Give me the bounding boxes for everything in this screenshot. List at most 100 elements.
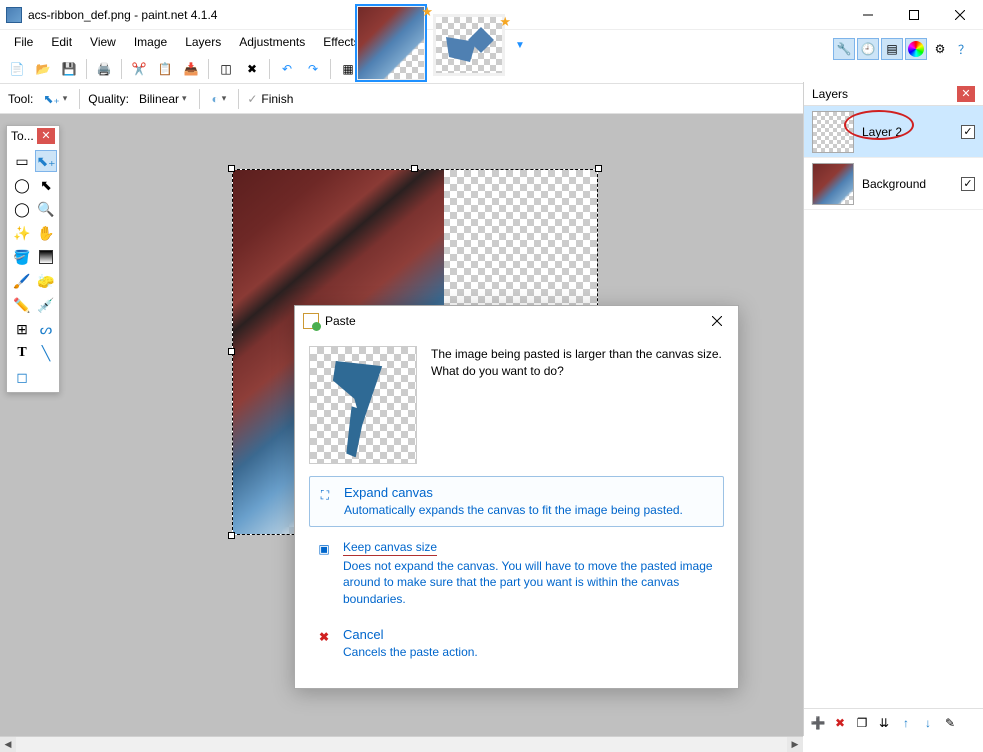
- tools-window-titlebar[interactable]: To... ✕: [7, 126, 59, 146]
- move-selected-tool[interactable]: ⬉₊: [35, 150, 57, 172]
- paintbrush-tool[interactable]: 🖌️: [11, 270, 33, 292]
- empty-tool-slot: [35, 366, 57, 388]
- toolbar-separator: [330, 59, 331, 79]
- save-icon[interactable]: 💾: [58, 58, 80, 80]
- layer-item[interactable]: Background: [804, 158, 983, 210]
- print-icon[interactable]: 🖨️: [93, 58, 115, 80]
- scroll-left-arrow[interactable]: ◀: [0, 737, 16, 752]
- deselect-icon[interactable]: ✖: [241, 58, 263, 80]
- tools-window-toggle[interactable]: 🔧: [833, 38, 855, 60]
- settings-icon[interactable]: ⚙: [929, 38, 951, 60]
- app-icon: [6, 7, 22, 23]
- option-title: Keep canvas size: [343, 539, 718, 556]
- scroll-right-arrow[interactable]: ▶: [787, 737, 803, 752]
- tools-window-title: To...: [11, 129, 37, 143]
- layer-visible-checkbox[interactable]: [961, 125, 975, 139]
- pan-tool[interactable]: ✋: [35, 222, 57, 244]
- document-thumb-1[interactable]: ★: [355, 4, 427, 82]
- layer-item[interactable]: Layer 2: [804, 106, 983, 158]
- zoom-tool[interactable]: 🔍: [35, 198, 57, 220]
- new-icon[interactable]: 📄: [6, 58, 28, 80]
- menu-adjustments[interactable]: Adjustments: [231, 32, 313, 52]
- paste-icon[interactable]: 📥: [180, 58, 202, 80]
- scroll-track[interactable]: [16, 737, 787, 752]
- paint-bucket-tool[interactable]: 🪣: [11, 246, 33, 268]
- menu-image[interactable]: Image: [126, 32, 175, 52]
- document-thumb-2[interactable]: ★: [433, 14, 505, 76]
- option-keep-canvas[interactable]: ▣ Keep canvas size Does not expand the c…: [309, 531, 724, 615]
- handle-top-left[interactable]: [228, 165, 235, 172]
- cut-icon[interactable]: ✂️: [128, 58, 150, 80]
- magic-wand-tool[interactable]: ✨: [11, 222, 33, 244]
- redo-icon[interactable]: ↷: [302, 58, 324, 80]
- text-tool[interactable]: T: [11, 342, 33, 364]
- colors-window-toggle[interactable]: [905, 38, 927, 60]
- handle-top-right[interactable]: [595, 165, 602, 172]
- ellipse-select-tool[interactable]: ◯: [11, 198, 33, 220]
- option-text: Cancel Cancels the paste action.: [343, 627, 478, 660]
- tool-dropdown[interactable]: ⬉₊: [39, 90, 71, 108]
- undo-icon[interactable]: ↶: [276, 58, 298, 80]
- menu-edit[interactable]: Edit: [43, 32, 80, 52]
- maximize-button[interactable]: [891, 0, 937, 29]
- move-down-icon[interactable]: ↓: [918, 713, 938, 733]
- paste-icon: [303, 313, 319, 329]
- color-picker-tool[interactable]: 💉: [35, 294, 57, 316]
- history-window-toggle[interactable]: 🕘: [857, 38, 879, 60]
- rectangle-select-tool[interactable]: ▭: [11, 150, 33, 172]
- tools-window-close[interactable]: ✕: [37, 128, 55, 144]
- option-expand-canvas[interactable]: ⛶ Expand canvas Automatically expands th…: [309, 476, 724, 527]
- move-up-icon[interactable]: ↑: [896, 713, 916, 733]
- menu-layers[interactable]: Layers: [177, 32, 229, 52]
- line-curve-tool[interactable]: ╲: [35, 342, 57, 364]
- sampling-dropdown[interactable]: ◐: [208, 90, 231, 108]
- add-layer-icon[interactable]: ➕: [808, 713, 828, 733]
- document-list-dropdown[interactable]: ▼: [515, 40, 525, 51]
- handle-mid-left[interactable]: [228, 348, 235, 355]
- handle-bottom-left[interactable]: [228, 532, 235, 539]
- horizontal-scrollbar[interactable]: ◀ ▶: [0, 736, 803, 752]
- option-title: Expand canvas: [344, 485, 683, 500]
- toolbar-separator: [208, 59, 209, 79]
- delete-layer-icon[interactable]: ✖: [830, 713, 850, 733]
- layers-panel-header[interactable]: Layers ✕: [804, 82, 983, 106]
- open-icon[interactable]: 📂: [32, 58, 54, 80]
- handle-top-mid[interactable]: [411, 165, 418, 172]
- minimize-button[interactable]: [845, 0, 891, 29]
- copy-icon[interactable]: 📋: [154, 58, 176, 80]
- annotation-underline: Keep canvas size: [343, 540, 437, 556]
- help-icon[interactable]: ？: [953, 38, 975, 60]
- menu-view[interactable]: View: [82, 32, 124, 52]
- layer-visible-checkbox[interactable]: [961, 177, 975, 191]
- layer-properties-icon[interactable]: ✎: [940, 713, 960, 733]
- eraser-tool[interactable]: 🧽: [35, 270, 57, 292]
- pencil-tool[interactable]: ✏️: [11, 294, 33, 316]
- recolor-tool[interactable]: ᔕ: [35, 318, 57, 340]
- quality-dropdown[interactable]: Bilinear: [135, 90, 191, 108]
- move-selection-tool[interactable]: ⬉: [35, 174, 57, 196]
- dialog-titlebar[interactable]: Paste: [295, 306, 738, 336]
- tools-window[interactable]: To... ✕ ▭ ⬉₊ ◯ ⬉ ◯ 🔍 ✨ ✋ 🪣 🖌️ 🧽 ✏️ 💉 ⊞ ᔕ…: [6, 125, 60, 393]
- crop-icon[interactable]: ◫: [215, 58, 237, 80]
- shapes-tool[interactable]: ◻: [11, 366, 33, 388]
- dialog-close-button[interactable]: [702, 309, 732, 333]
- layers-panel-title: Layers: [812, 87, 957, 101]
- layer-thumb: [812, 111, 854, 153]
- close-button[interactable]: [937, 0, 983, 29]
- tools-grid: ▭ ⬉₊ ◯ ⬉ ◯ 🔍 ✨ ✋ 🪣 🖌️ 🧽 ✏️ 💉 ⊞ ᔕ T ╲ ◻: [7, 146, 59, 392]
- layers-panel-close[interactable]: ✕: [957, 86, 975, 102]
- duplicate-layer-icon[interactable]: ❐: [852, 713, 872, 733]
- merge-layer-icon[interactable]: ⇊: [874, 713, 894, 733]
- finish-button[interactable]: Finish: [247, 92, 293, 106]
- clone-stamp-tool[interactable]: ⊞: [11, 318, 33, 340]
- option-text: Keep canvas size Does not expand the can…: [343, 539, 718, 607]
- layers-window-toggle[interactable]: ▤: [881, 38, 903, 60]
- option-desc: Does not expand the canvas. You will hav…: [343, 558, 718, 607]
- cancel-icon: ✖: [315, 628, 333, 646]
- lasso-tool[interactable]: ◯: [11, 174, 33, 196]
- toolbar-separator: [121, 59, 122, 79]
- gradient-tool[interactable]: [35, 246, 57, 268]
- menu-file[interactable]: File: [6, 32, 41, 52]
- option-cancel[interactable]: ✖ Cancel Cancels the paste action.: [309, 619, 724, 668]
- modified-star-icon: ★: [421, 4, 433, 20]
